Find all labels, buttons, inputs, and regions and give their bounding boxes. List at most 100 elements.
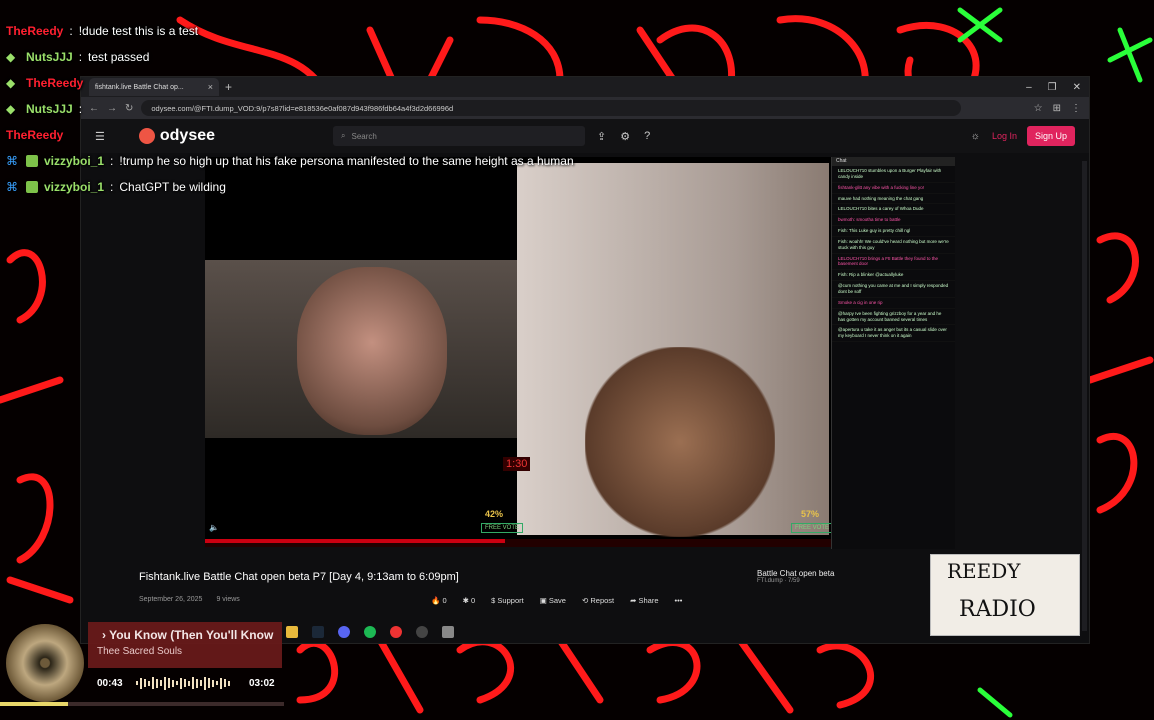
sub-badge-icon: [26, 181, 38, 193]
waveform-bar: [216, 681, 218, 685]
chat-message: LELOUCH710 stumbles upon a Burger Playfa…: [832, 166, 955, 183]
waveform-bar: [204, 676, 206, 690]
waveform-bar: [220, 677, 222, 689]
video-meta: September 26, 2025 9 views: [139, 596, 240, 603]
spotify-icon[interactable]: [364, 626, 376, 638]
maximize-icon[interactable]: ❐: [1048, 82, 1057, 93]
playlist-subtitle: FTI.dump · 7/59: [757, 578, 800, 584]
minimize-icon[interactable]: –: [1026, 82, 1032, 93]
chat-line: ◆ NutsJJJ:: [6, 102, 83, 116]
waveform-bar: [200, 680, 202, 686]
reedy-radio-logo: REEDY RADIO: [930, 554, 1080, 636]
menu-dots-icon[interactable]: ⋮: [1071, 103, 1081, 114]
waveform-bar: [228, 680, 230, 686]
chat-message: @harpy Ive been fighting grizzboy for a …: [832, 309, 955, 326]
waveform-bar: [140, 677, 142, 689]
taskbar: [286, 626, 454, 638]
chat-message: Fish: Rip a blinker @actuallyluke: [832, 270, 955, 282]
album-art: [6, 624, 84, 702]
waveform-bar: [136, 681, 138, 685]
theme-icon[interactable]: ☼: [971, 131, 980, 142]
chat-message: LELOUCH710 brings a FtI Battle they foun…: [832, 254, 955, 271]
chat-line: ◆ NutsJJJ: test passed: [6, 50, 150, 64]
chat-line: ⌘ vizzyboi_1: ChatGPT be wilding: [6, 180, 226, 194]
song-title: › You Know (Then You'll Know: [102, 628, 274, 642]
chat-username: NutsJJJ: [26, 50, 73, 64]
waveform-bar: [180, 677, 182, 689]
save-button[interactable]: ▣ Save: [540, 596, 566, 605]
login-link[interactable]: Log In: [992, 131, 1017, 141]
now-playing-widget: › You Know (Then You'll Know Thee Sacred…: [0, 620, 290, 720]
left-person: [297, 267, 447, 435]
playlist-title: Battle Chat open beta: [757, 569, 835, 578]
chat-username: TheReedy: [26, 76, 84, 90]
support-button[interactable]: $ Support: [491, 596, 524, 605]
close-window-icon[interactable]: ✕: [1073, 82, 1081, 93]
volume-icon[interactable]: 🔈: [209, 523, 219, 532]
waveform-bar: [192, 677, 194, 689]
stream-canvas: TheReedy: !dude test this is a test ◆ Nu…: [0, 0, 1154, 720]
diamond-icon: ◆: [6, 50, 16, 64]
chat-line: TheReedy: [6, 122, 626, 148]
chat-username: TheReedy: [6, 24, 64, 38]
chrome-icon[interactable]: [390, 626, 402, 638]
chat-line: TheReedy: !dude test this is a test: [6, 24, 199, 38]
chat-message: bwmoth: smootha time to battle: [832, 215, 955, 227]
chat-message: @cum nothing you came at me and I simply…: [832, 281, 955, 298]
star-icon[interactable]: ☆: [1034, 103, 1043, 114]
diamond-icon: ◆: [6, 76, 16, 90]
publish-date: September 26, 2025: [139, 596, 203, 603]
chat-username: vizzyboi_1: [44, 154, 105, 168]
waveform: [136, 676, 236, 690]
fire-button[interactable]: 🔥 0: [431, 596, 447, 605]
more-options-icon[interactable]: •••: [675, 596, 683, 605]
waveform-bar: [212, 679, 214, 687]
repost-button[interactable]: ⟲ Repost: [582, 596, 614, 605]
app-icon[interactable]: [442, 626, 454, 638]
diamond-icon: ◆: [6, 102, 16, 116]
chat-line: ⌘ vizzyboi_1: !trump he so high up that …: [6, 154, 574, 168]
twitch-icon: ⌘: [6, 154, 18, 168]
waveform-bar: [164, 676, 166, 690]
chat-message: ChatGPT be wilding: [119, 180, 226, 194]
elapsed-time: 00:43: [97, 678, 123, 689]
view-count: 9 views: [216, 596, 240, 603]
playlist-panel[interactable]: Battle Chat open beta FTI.dump · 7/59: [757, 569, 834, 584]
waveform-bar: [196, 678, 198, 688]
chat-message: Smoke a cig in one rip: [832, 298, 955, 309]
window-controls: – ❐ ✕: [1026, 82, 1089, 93]
waveform-bar: [152, 677, 154, 689]
slime-button[interactable]: ✱ 0: [463, 596, 476, 605]
chat-messages: LELOUCH710 stumbles upon a Burger Playfa…: [832, 166, 955, 343]
logo-line-2: RADIO: [959, 597, 1036, 622]
chat-message: Fish: woahh! We could've heard nothing b…: [832, 237, 955, 254]
right-vote-percent: 57%: [801, 509, 820, 519]
discord-icon[interactable]: [338, 626, 350, 638]
chat-username: TheReedy: [6, 128, 64, 142]
chat-message: test passed: [88, 50, 150, 64]
left-free-vote-button[interactable]: FREE VOTE: [481, 523, 524, 533]
chat-message: mauve had nothing meaning the chat gang: [832, 194, 955, 205]
chat-message: !dude test this is a test: [78, 24, 199, 38]
extension-icon[interactable]: ⊞: [1053, 103, 1061, 114]
obs-icon[interactable]: [416, 626, 428, 638]
chat-message: Fish: This Luke guy is pretty chill ngl: [832, 226, 955, 237]
waveform-bar: [156, 678, 158, 688]
scrollbar[interactable]: [1082, 161, 1087, 631]
right-person: [585, 347, 775, 537]
signup-button[interactable]: Sign Up: [1026, 126, 1075, 146]
steam-icon[interactable]: [312, 626, 324, 638]
sub-badge-icon: [26, 155, 38, 167]
help-icon[interactable]: ?: [644, 130, 650, 143]
chat-line: ◆ TheReedy: [6, 70, 626, 96]
waveform-bar: [160, 680, 162, 686]
share-button[interactable]: ➦ Share: [630, 596, 658, 605]
song-progress-bar: [0, 702, 284, 706]
right-free-vote-button[interactable]: FREE VOTE: [791, 523, 834, 533]
waveform-bar: [168, 678, 170, 688]
waveform-bar: [144, 679, 146, 687]
waveform-bar: [188, 680, 190, 686]
waveform-bar: [208, 678, 210, 688]
video-title: Fishtank.live Battle Chat open beta P7 […: [139, 571, 459, 583]
waveform-bar: [176, 681, 178, 685]
